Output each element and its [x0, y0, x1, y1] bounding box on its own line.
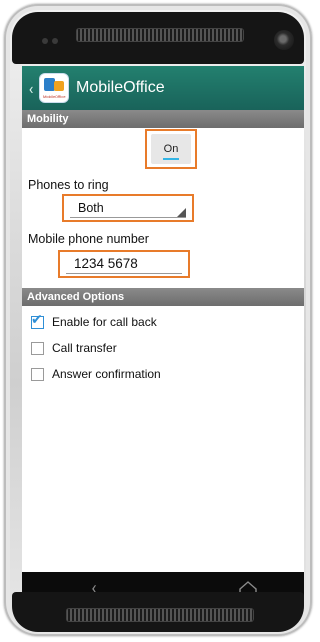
- app-title: MobileOffice: [76, 79, 165, 96]
- toggle-label: On: [163, 143, 179, 155]
- checkbox-label: Answer confirmation: [52, 367, 161, 381]
- back-chevron-icon[interactable]: ‹: [24, 79, 38, 98]
- checkbox-row-call-transfer[interactable]: Call transfer: [31, 339, 117, 357]
- section-header-advanced-options: Advanced Options: [22, 288, 304, 306]
- checkbox-row-answer-confirmation[interactable]: Answer confirmation: [31, 365, 161, 383]
- checkbox-label: Enable for call back: [52, 315, 157, 329]
- mobility-toggle-button[interactable]: On: [151, 134, 191, 164]
- app-icon[interactable]: MobileOffice: [40, 74, 68, 102]
- front-camera-icon: [274, 30, 294, 50]
- app-icon-caption: MobileOffice: [43, 94, 66, 99]
- checkbox-row-enable-call-back[interactable]: ✔ Enable for call back: [31, 312, 157, 331]
- mobile-number-value: 1234 5678: [74, 256, 138, 271]
- checkmark-icon: ✔: [31, 311, 43, 328]
- phone-frame: ‹ MobileOffice MobileOffice Mobility On …: [4, 4, 312, 636]
- phones-to-ring-value: Both: [78, 201, 104, 215]
- dropdown-caret-icon: [177, 208, 186, 217]
- mobile-number-label: Mobile phone number: [28, 232, 149, 246]
- sensor-dot: [52, 38, 58, 44]
- toggle-indicator-bar: [163, 158, 179, 160]
- phones-to-ring-label: Phones to ring: [28, 178, 109, 192]
- input-underline: [66, 273, 182, 274]
- mobile-number-input[interactable]: 1234 5678: [58, 250, 190, 278]
- app-icon-shape: [54, 81, 64, 91]
- phones-to-ring-spinner[interactable]: Both: [62, 194, 194, 222]
- checkbox-answer-confirmation[interactable]: [31, 367, 44, 381]
- speaker-grill-top: [76, 28, 244, 42]
- spinner-underline: [70, 217, 186, 218]
- mobility-toggle-highlight: On: [145, 129, 197, 169]
- action-bar: ‹ MobileOffice MobileOffice: [22, 66, 304, 110]
- checkbox-enable-call-back[interactable]: ✔: [31, 312, 44, 329]
- checkbox-call-transfer[interactable]: [31, 341, 44, 355]
- sensor-dot: [42, 38, 48, 44]
- section-header-mobility: Mobility: [22, 110, 304, 128]
- speaker-grill-bottom: [66, 608, 254, 622]
- screen: ‹ MobileOffice MobileOffice Mobility On …: [22, 66, 304, 606]
- checkbox-label: Call transfer: [52, 341, 117, 355]
